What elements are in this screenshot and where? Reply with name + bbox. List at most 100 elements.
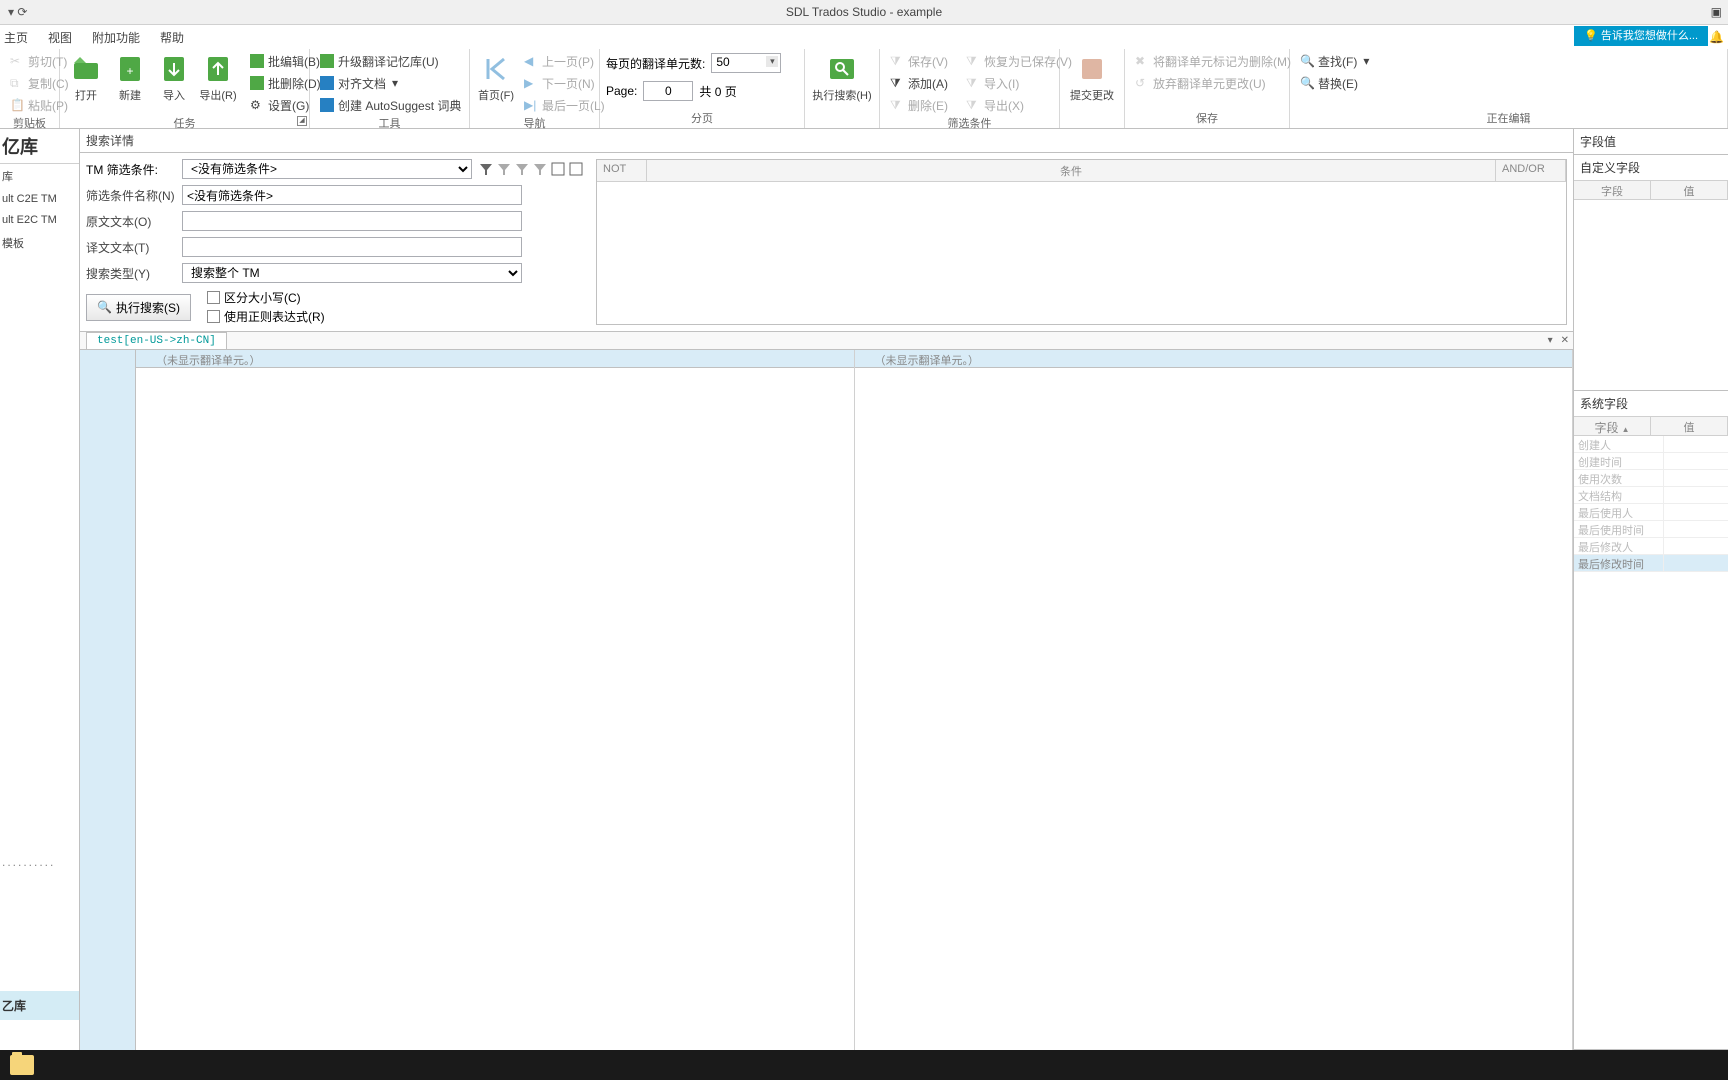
page-input[interactable] [643, 81, 693, 101]
mark-delete-button[interactable]: ✖将翻译单元标记为删除(M) [1131, 51, 1295, 71]
units-per-page-combo[interactable]: 50 [711, 53, 781, 73]
filter-export-button[interactable]: ⧩导出(X) [962, 95, 1028, 115]
replace-icon: 🔍 [1300, 76, 1314, 90]
discard-button[interactable]: ↺放弃翻译单元更改(U) [1131, 73, 1295, 93]
menu-help[interactable]: 帮助 [160, 29, 184, 46]
tab-test[interactable]: test[en-US->zh-CN] [86, 332, 227, 349]
menu-home[interactable]: 主页 [4, 29, 28, 46]
replace-button[interactable]: 🔍替换(E) [1296, 73, 1373, 93]
commit-button[interactable]: 提交更改 [1066, 51, 1118, 105]
left-tm-1[interactable]: ult C2E TM [0, 189, 79, 210]
group-paging: 分页 [606, 110, 798, 128]
file-explorer-icon[interactable] [10, 1055, 34, 1075]
search-type-combo[interactable]: 搜索整个 TM [182, 263, 522, 283]
filter-save-button[interactable]: ⧩保存(V) [886, 51, 952, 71]
left-tm-2[interactable]: ult E2C TM [0, 210, 79, 231]
menu-bar: 主页 视图 附加功能 帮助 告诉我您想做什么... 🔔 [0, 25, 1728, 49]
menu-addins[interactable]: 附加功能 [92, 29, 140, 46]
funnel-export-icon: ⧩ [966, 98, 980, 112]
tm-filter-combo[interactable]: <没有筛选条件> [182, 159, 472, 179]
sys-row[interactable]: 创建时间 [1574, 453, 1728, 470]
sys-row[interactable]: 创建人 [1574, 436, 1728, 453]
open-button[interactable]: 打开 [66, 51, 106, 105]
left-templates[interactable]: 模板 [0, 231, 79, 256]
menu-view[interactable]: 视图 [48, 29, 72, 46]
filter-icon-2[interactable] [496, 161, 512, 177]
restore-icon[interactable]: ▣ [1711, 5, 1722, 19]
new-button[interactable]: +新建 [110, 51, 150, 105]
group-tools: 工具 [316, 115, 463, 133]
main-area: 亿库 库 ult C2E TM ult E2C TM 模板 ..........… [0, 129, 1728, 1050]
translation-grid: （未显示翻译单元。） （未显示翻译单元。） [80, 350, 1573, 1050]
autosuggest-icon [320, 98, 334, 112]
sys-row[interactable]: 最后修改时间 [1574, 555, 1728, 572]
notification-icon[interactable]: 🔔 [1709, 30, 1724, 44]
new-icon: + [114, 53, 146, 85]
funnel-restore-icon: ⧩ [966, 54, 980, 68]
conditions-table: NOT 条件 AND/OR [596, 159, 1567, 325]
tab-close-icon[interactable]: ✕ [1557, 335, 1573, 346]
sys-row[interactable]: 使用次数 [1574, 470, 1728, 487]
filter-restore-button[interactable]: ⧩恢复为已保存(V) [962, 51, 1076, 71]
case-sensitive-check[interactable]: 区分大小写(C) [207, 289, 325, 306]
filter-icon-3[interactable] [514, 161, 530, 177]
next-page-button[interactable]: ▶下一页(N) [520, 73, 609, 93]
custom-fields-body [1574, 200, 1728, 390]
sys-row[interactable]: 文档结构 [1574, 487, 1728, 504]
search-icon: 🔍 [1300, 54, 1314, 68]
quick-access[interactable]: ▾ ⟳ [8, 5, 27, 19]
grid-source-empty: （未显示翻译单元。） [136, 350, 854, 368]
funnel-save-icon: ⧩ [890, 54, 904, 68]
filter-icon-4[interactable] [532, 161, 548, 177]
search-exec-icon [826, 53, 858, 85]
align-docs-button[interactable]: 对齐文档▾ [316, 73, 465, 93]
first-icon [480, 53, 512, 85]
regex-check[interactable]: 使用正则表达式(R) [207, 308, 325, 325]
left-footer[interactable]: 乙库 [0, 991, 79, 1020]
discard-icon: ↺ [1135, 76, 1149, 90]
filter-icon-5[interactable] [550, 161, 566, 177]
filter-import-button[interactable]: ⧩导入(I) [962, 73, 1023, 93]
export-button[interactable]: 导出(R) [198, 51, 238, 105]
funnel-add-icon: ⧩ [890, 76, 904, 90]
prev-page-button[interactable]: ◀上一页(P) [520, 51, 609, 71]
tasks-launcher[interactable]: ◢ [297, 116, 307, 126]
filter-icon-6[interactable] [568, 161, 584, 177]
first-page-button[interactable]: 首页(F) [476, 51, 516, 105]
source-text-input[interactable] [182, 211, 522, 231]
grid-target-col: （未显示翻译单元。） [855, 350, 1574, 1050]
group-tasks: 任务 [66, 115, 303, 133]
execute-search-btn[interactable]: 🔍执行搜索(S) [86, 294, 191, 321]
tab-bar: test[en-US->zh-CN] ▾ ✕ [80, 332, 1573, 350]
custom-col-value: 值 [1651, 181, 1728, 199]
filter-add-button[interactable]: ⧩添加(A) [886, 73, 952, 93]
sys-row[interactable]: 最后使用人 [1574, 504, 1728, 521]
tell-me-box[interactable]: 告诉我您想做什么... [1574, 26, 1708, 46]
svg-text:+: + [126, 64, 133, 78]
tab-dropdown-icon[interactable]: ▾ [1544, 335, 1557, 346]
last-page-button[interactable]: ▶|最后一页(L) [520, 95, 609, 115]
find-button[interactable]: 🔍查找(F)▾ [1296, 51, 1373, 71]
sys-row[interactable]: 最后使用时间 [1574, 521, 1728, 538]
ribbon: ✂剪切(T) ⧉复制(C) 📋粘贴(P) 剪贴板 打开 +新建 导入 导出(R)… [0, 49, 1728, 129]
target-text-input[interactable] [182, 237, 522, 257]
left-item-lib[interactable]: 库 [0, 164, 79, 189]
upgrade-tm-button[interactable]: 升级翻译记忆库(U) [316, 51, 465, 71]
sys-row[interactable]: 最后修改人 [1574, 538, 1728, 555]
search-details-header: 搜索详情 [80, 129, 1573, 153]
window-title: SDL Trados Studio - example [786, 5, 942, 19]
group-clipboard: 剪贴板 [6, 115, 53, 133]
import-button[interactable]: 导入 [154, 51, 194, 105]
filter-delete-button[interactable]: ⧩删除(E) [886, 95, 952, 115]
next-icon: ▶ [524, 76, 538, 90]
gear-icon: ⚙ [250, 98, 264, 112]
prev-icon: ◀ [524, 54, 538, 68]
page-total: 共 0 页 [699, 83, 736, 100]
copy-icon: ⧉ [10, 76, 24, 90]
filter-icon-1[interactable] [478, 161, 494, 177]
filter-name-input[interactable] [182, 185, 522, 205]
units-label: 每页的翻译单元数: [606, 55, 705, 72]
field-values-header: 字段值 [1574, 129, 1728, 154]
autosuggest-button[interactable]: 创建 AutoSuggest 词典 [316, 95, 465, 115]
execute-search-button[interactable]: 执行搜索(H) [811, 51, 873, 105]
